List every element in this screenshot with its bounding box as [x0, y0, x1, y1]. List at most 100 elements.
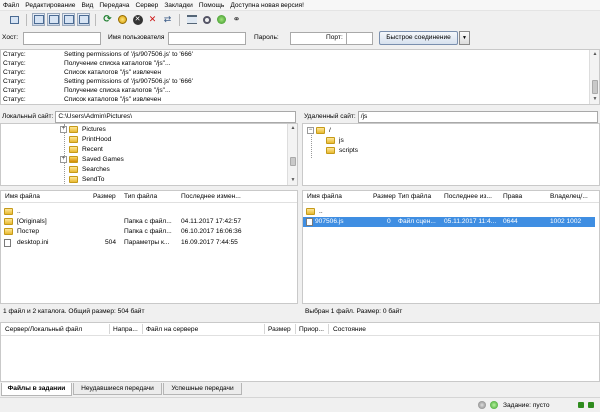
download-led-icon — [588, 402, 594, 408]
tree-item-label: Saved Games — [82, 155, 124, 163]
folder-icon — [69, 125, 78, 133]
scroll-up-arrow-icon[interactable]: ▲ — [288, 124, 297, 133]
tree-item-sendto[interactable]: SendTo — [69, 174, 104, 184]
menu-view[interactable]: Вид — [81, 2, 93, 9]
log-scrollbar[interactable]: ▲ ▼ — [589, 50, 599, 104]
host-input[interactable] — [23, 32, 101, 45]
tree-item-js[interactable]: js — [326, 135, 344, 145]
find-button[interactable]: ⚭ — [230, 13, 243, 26]
compare-button[interactable] — [200, 13, 213, 26]
port-label-text: Порт: — [326, 34, 343, 41]
file-row[interactable]: desktop.ini 504 Параметры к... 16.09.201… — [1, 238, 297, 248]
column-divider — [264, 324, 265, 334]
tree-item-printhood[interactable]: PrintHood — [69, 134, 111, 144]
cancel-button[interactable]: ✕ — [131, 13, 144, 26]
column-divider — [295, 324, 296, 334]
menu-edit[interactable]: Редактирование — [25, 2, 75, 9]
toolbar-separator — [179, 13, 180, 26]
column-header-modified[interactable]: Последнее измен... — [181, 193, 241, 200]
folder-icon — [69, 145, 78, 153]
scroll-up-arrow-icon[interactable]: ▲ — [590, 50, 599, 59]
column-header-size[interactable]: Размер — [373, 193, 396, 200]
column-header-filename[interactable]: Имя файла — [307, 193, 342, 200]
process-queue-button[interactable] — [116, 13, 129, 26]
expand-icon[interactable]: + — [60, 155, 67, 163]
column-header-owner[interactable]: Владелец/... — [550, 193, 588, 200]
quickconnect-bar: Хост: Имя пользователя Пароль: Порт: Быс… — [0, 30, 600, 47]
tree-item-scripts[interactable]: scripts — [326, 145, 358, 155]
settings-gear-icon[interactable] — [478, 401, 486, 409]
tree-item-searches[interactable]: Searches — [69, 164, 110, 174]
file-row[interactable]: Постер Папка с файл... 06.10.2017 16:06:… — [1, 227, 297, 237]
local-tree-scrollbar[interactable]: ▲ ▼ — [287, 124, 297, 185]
refresh-button[interactable]: ⟳ — [101, 13, 114, 26]
tree-item-recent[interactable]: Recent — [69, 144, 103, 154]
folder-icon — [69, 165, 78, 173]
log-message: Получение списка каталогов "/js"... — [64, 87, 171, 94]
queue-column-local-file[interactable]: Сервер/Локальный файл — [5, 326, 82, 333]
tab-failed-transfers[interactable]: Неудавшиеся передачи — [73, 383, 162, 395]
folder-icon — [69, 135, 78, 143]
toggle-log-button[interactable] — [32, 13, 45, 26]
file-row-parent[interactable]: .. — [1, 207, 297, 217]
tree-item-label: PrintHood — [82, 135, 112, 143]
scroll-down-arrow-icon[interactable]: ▼ — [288, 176, 297, 185]
file-row-selected[interactable]: 907506.js 0 Файл сцен... 05.11.2017 11:4… — [303, 217, 595, 227]
queue-column-size[interactable]: Размер — [268, 326, 291, 333]
queue-column-status[interactable]: Состояние — [333, 326, 366, 333]
scroll-thumb[interactable] — [592, 80, 598, 94]
menu-transfer[interactable]: Передача — [99, 2, 129, 9]
filter-icon — [186, 15, 197, 24]
tab-queued-files[interactable]: Файлы в задании — [1, 383, 72, 396]
column-header-modified[interactable]: Последнее из... — [444, 193, 492, 200]
toggle-local-tree-button[interactable] — [47, 13, 60, 26]
port-input[interactable] — [346, 32, 373, 45]
filter-button[interactable] — [185, 13, 198, 26]
reconnect-icon: ⇄ — [163, 14, 172, 24]
column-header-size[interactable]: Размер — [93, 193, 116, 200]
toolbar-separator — [95, 13, 96, 26]
reconnect-button[interactable]: ⇄ — [161, 13, 174, 26]
menu-new-version[interactable]: Доступна новая версия! — [230, 2, 304, 9]
queue-column-direction[interactable]: Напра... — [113, 326, 138, 333]
remote-path-input[interactable]: /js — [357, 110, 598, 123]
file-name: Постер — [17, 228, 39, 235]
local-path-input[interactable]: C:\Users\Admin\Pictures\ — [55, 110, 296, 123]
toggle-queue-button[interactable] — [77, 13, 90, 26]
message-log[interactable]: Статус: Setting permissions of '/js/90750… — [0, 49, 600, 105]
username-input[interactable] — [168, 32, 246, 45]
menu-server[interactable]: Сервер — [135, 2, 158, 9]
quickconnect-dropdown-button[interactable]: ▼ — [459, 31, 470, 45]
quickconnect-button[interactable]: Быстрое соединение — [379, 31, 458, 45]
column-header-type[interactable]: Тип файла — [398, 193, 431, 200]
transfer-queue[interactable]: Сервер/Локальный файл Напра... Файл на с… — [0, 322, 600, 382]
local-file-list[interactable]: Имя файла Размер Тип файла Последнее изм… — [0, 190, 298, 304]
menu-bookmarks[interactable]: Закладки — [164, 2, 193, 9]
sync-browse-button[interactable] — [215, 13, 228, 26]
tree-item-saved-games[interactable]: + Saved Games — [60, 154, 124, 164]
file-row-parent[interactable]: .. — [303, 207, 599, 217]
queue-column-priority[interactable]: Приор... — [299, 326, 324, 333]
tree-item-label: Pictures — [82, 125, 106, 133]
scroll-thumb[interactable] — [290, 157, 296, 166]
column-header-filename[interactable]: Имя файла — [5, 193, 40, 200]
site-manager-button[interactable] — [8, 13, 21, 26]
expand-icon[interactable]: + — [60, 125, 67, 133]
folder-icon — [4, 208, 17, 217]
toggle-remote-tree-button[interactable] — [62, 13, 75, 26]
menu-file[interactable]: Файл — [3, 2, 19, 9]
log-panel-icon — [33, 15, 44, 24]
menu-help[interactable]: Помощь — [199, 2, 224, 9]
tab-successful-transfers[interactable]: Успешные передачи — [163, 383, 242, 395]
tree-item-pictures[interactable]: + Pictures — [60, 124, 106, 134]
tree-item-label: scripts — [339, 146, 359, 154]
scroll-down-arrow-icon[interactable]: ▼ — [590, 95, 599, 104]
disconnect-button[interactable]: ✕ — [146, 13, 159, 26]
file-row[interactable]: [Originals] Папка с файл... 04.11.2017 1… — [1, 217, 297, 227]
remote-file-list[interactable]: Имя файла Размер Тип файла Последнее из.… — [302, 190, 600, 304]
queue-column-remote-file[interactable]: Файл на сервере — [146, 326, 198, 333]
column-header-permissions[interactable]: Права — [503, 193, 522, 200]
local-directory-tree[interactable]: + Pictures PrintHood Recent + Saved Games … — [0, 123, 298, 186]
remote-directory-tree[interactable]: − / js scripts — [302, 123, 600, 186]
column-header-type[interactable]: Тип файла — [124, 193, 157, 200]
